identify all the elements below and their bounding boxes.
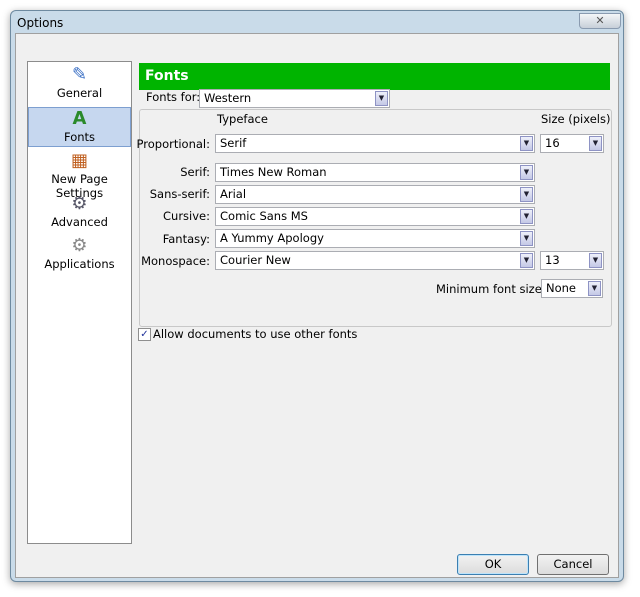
select-value: Times New Roman (220, 165, 327, 179)
chevron-down-icon: ▼ (589, 136, 602, 151)
page-title: Fonts (139, 63, 610, 90)
category-sidebar: ✎ General A Fonts ▦ New Page Settings ⚙ Adva… (27, 61, 132, 544)
sidebar-item-advanced[interactable]: ⚙ Advanced (29, 193, 130, 229)
gears-icon: ⚙ (71, 235, 88, 256)
min-font-select[interactable]: None ▼ (541, 279, 603, 298)
select-value: Arial (220, 187, 247, 201)
serif-label: Serif: (180, 165, 210, 179)
select-value: Serif (220, 136, 247, 150)
chevron-down-icon: ▼ (520, 136, 533, 151)
fonts-icon: A (72, 108, 87, 129)
sidebar-item-label: Fonts (63, 130, 96, 144)
sans-serif-select[interactable]: Arial ▼ (215, 185, 535, 204)
sidebar-item-label: General (56, 86, 103, 100)
select-value: Comic Sans MS (220, 209, 308, 223)
monospace-select[interactable]: Courier New ▼ (215, 251, 535, 270)
window-title: Options (17, 16, 64, 30)
new-page-icon: ▦ (70, 150, 88, 171)
sidebar-item-fonts[interactable]: A Fonts (28, 107, 131, 147)
sans-serif-label: Sans-serif: (149, 187, 210, 201)
select-value: 16 (545, 136, 560, 150)
sidebar-item-applications[interactable]: ⚙ Applications (29, 235, 130, 271)
fonts-for-select[interactable]: Western ▼ (199, 89, 390, 108)
pencil-icon: ✎ (71, 64, 88, 85)
cancel-button[interactable]: Cancel (537, 554, 609, 575)
allow-docs-label: Allow documents to use other fonts (153, 327, 358, 341)
cursive-select[interactable]: Comic Sans MS ▼ (215, 207, 535, 226)
close-button[interactable]: ✕ (579, 13, 621, 29)
sidebar-item-label: Applications (44, 257, 115, 271)
serif-select[interactable]: Times New Roman ▼ (215, 163, 535, 182)
fantasy-label: Fantasy: (162, 232, 210, 246)
fonts-for-label: Fonts for: (143, 90, 204, 104)
options-window: Options ✕ ✎ General A Fonts ▦ New Page Sett… (10, 10, 624, 582)
select-value: A Yummy Apology (220, 231, 324, 245)
proportional-label: Proportional: (136, 137, 210, 151)
sidebar-item-label: Advanced (51, 215, 108, 229)
chevron-down-icon: ▼ (520, 187, 533, 202)
typeface-header: Typeface (217, 112, 268, 126)
ok-button[interactable]: OK (457, 554, 529, 575)
proportional-select[interactable]: Serif ▼ (215, 134, 535, 153)
monospace-size-select[interactable]: 13 ▼ (540, 251, 604, 270)
chevron-down-icon: ▼ (589, 253, 602, 268)
fantasy-select[interactable]: A Yummy Apology ▼ (215, 229, 535, 248)
chevron-down-icon: ▼ (520, 165, 533, 180)
chevron-down-icon: ▼ (375, 91, 388, 106)
cursive-label: Cursive: (163, 209, 210, 223)
min-font-label: Minimum font size: (436, 282, 546, 296)
proportional-size-select[interactable]: 16 ▼ (540, 134, 604, 153)
advanced-icon: ⚙ (71, 193, 88, 214)
select-value: None (546, 281, 577, 295)
chevron-down-icon: ▼ (520, 253, 533, 268)
chevron-down-icon: ▼ (520, 209, 533, 224)
monospace-label: Monospace: (141, 254, 210, 268)
allow-docs-checkbox[interactable]: ✓ (138, 328, 151, 341)
chevron-down-icon: ▼ (588, 281, 601, 296)
sidebar-item-general[interactable]: ✎ General (29, 64, 130, 100)
select-value: Courier New (220, 253, 291, 267)
select-value: Western (204, 91, 252, 105)
select-value: 13 (545, 253, 560, 267)
chevron-down-icon: ▼ (520, 231, 533, 246)
size-header: Size (pixels) (541, 112, 611, 126)
client-area: ✎ General A Fonts ▦ New Page Settings ⚙ Adva… (15, 33, 619, 578)
